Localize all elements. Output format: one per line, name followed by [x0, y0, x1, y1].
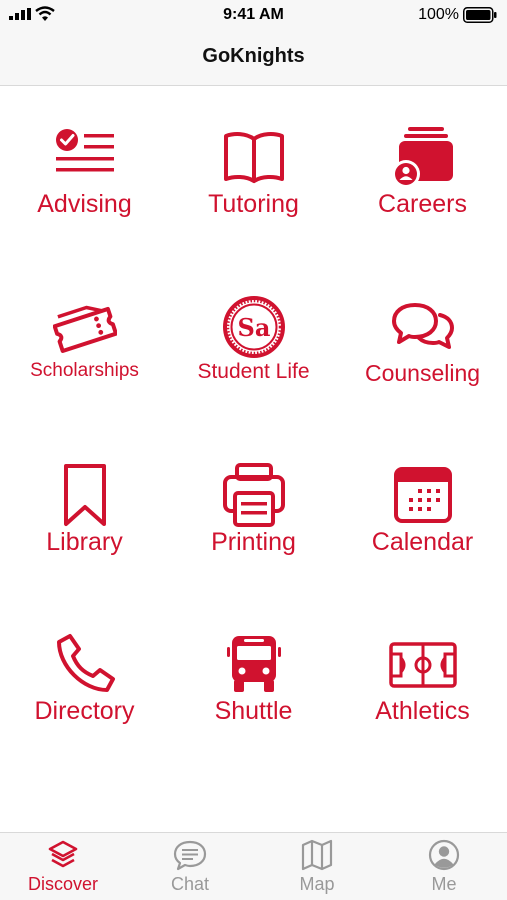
tab-label: Chat [170, 874, 210, 894]
phone-icon [56, 634, 115, 692]
chat-bubbles-icon [391, 303, 454, 349]
battery-icon [463, 7, 497, 23]
tile-directory[interactable]: Directory [0, 594, 169, 744]
checklist-icon [55, 129, 114, 172]
services-grid: Advising Tutoring Careers Scholarships S… [0, 87, 507, 832]
tile-student-life[interactable]: Sa Student Life [169, 257, 338, 407]
tile-label: Careers [378, 190, 467, 218]
tile-label: Printing [211, 528, 296, 556]
tile-counseling[interactable]: Counseling [338, 257, 507, 407]
tile-athletics[interactable]: Athletics [338, 594, 507, 744]
ticket-icon [52, 305, 117, 353]
soccer-field-icon [388, 642, 457, 688]
tab-label: Map [299, 874, 335, 894]
tile-careers[interactable]: Careers [338, 87, 507, 237]
tile-label: Counseling [364, 360, 481, 386]
tile-label: Directory [34, 697, 135, 725]
calendar-icon [393, 467, 452, 523]
tile-shuttle[interactable]: Shuttle [169, 594, 338, 744]
tab-map[interactable]: Map [254, 833, 380, 900]
tile-library[interactable]: Library [0, 425, 169, 575]
tab-bar: Discover Chat Map Me [0, 832, 507, 900]
tile-calendar[interactable]: Calendar [338, 425, 507, 575]
tile-label: Library [46, 528, 123, 556]
tile-scholarships[interactable]: Scholarships [0, 257, 169, 407]
bus-icon [226, 636, 281, 692]
tile-printing[interactable]: Printing [169, 425, 338, 575]
tile-advising[interactable]: Advising [0, 87, 169, 237]
tile-label: Student Life [197, 360, 310, 383]
user-circle-icon [428, 839, 460, 871]
tile-label: Tutoring [208, 190, 299, 218]
printer-icon [222, 463, 285, 527]
student-life-logo: Sa [222, 296, 285, 358]
chat-bubble-icon [173, 840, 207, 871]
tab-me[interactable]: Me [381, 833, 507, 900]
tile-label: Shuttle [214, 697, 293, 725]
tile-tutoring[interactable]: Tutoring [169, 87, 338, 237]
tab-chat[interactable]: Chat [127, 833, 253, 900]
page-title: GoKnights [202, 45, 305, 67]
tile-label: Athletics [375, 697, 470, 725]
layers-icon [48, 840, 78, 868]
logo-text: Sa [237, 313, 270, 342]
navigation-bar: GoKnights [0, 30, 507, 86]
tile-label: Advising [37, 190, 132, 218]
open-book-icon [223, 132, 284, 183]
status-bar: 9:41 AM 100% [0, 0, 507, 30]
tile-label: Scholarships [30, 360, 139, 381]
battery-percent: 100% [418, 6, 459, 23]
map-icon [301, 839, 333, 871]
folders-person-icon [391, 127, 453, 188]
tab-label: Me [431, 874, 457, 894]
tab-discover[interactable]: Discover [0, 833, 126, 900]
tile-label: Calendar [371, 528, 474, 556]
bookmark-icon [63, 464, 106, 526]
tab-label: Discover [27, 874, 98, 894]
